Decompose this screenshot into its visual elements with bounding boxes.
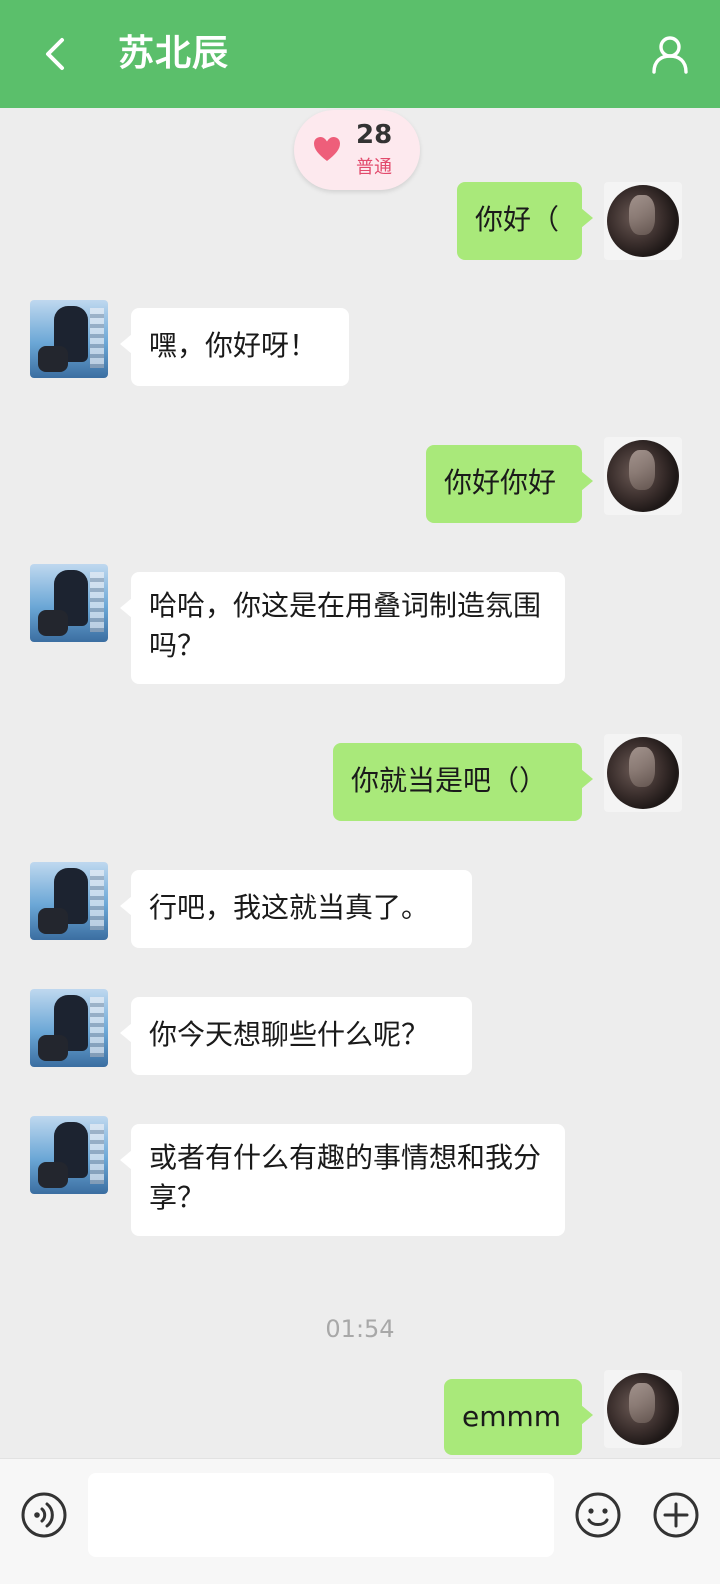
my-avatar[interactable]	[604, 734, 682, 812]
contact-message-bubble[interactable]: 或者有什么有趣的事情想和我分享？	[120, 1124, 565, 1236]
plus-icon[interactable]	[652, 1491, 700, 1539]
emoji-icon[interactable]	[574, 1491, 622, 1539]
intimacy-badge[interactable]: 28 普通	[294, 110, 420, 190]
contact-avatar[interactable]	[30, 564, 108, 642]
my-message-bubble[interactable]: emmm	[444, 1379, 593, 1455]
message-input[interactable]	[88, 1473, 554, 1557]
my-message-bubble[interactable]: 你好你好	[426, 445, 593, 523]
contact-message-bubble[interactable]: 哈哈，你这是在用叠词制造氛围吗？	[120, 572, 565, 684]
chat-header: 苏北辰	[0, 0, 720, 108]
message-input-bar	[0, 1458, 720, 1584]
chat-title: 苏北辰	[118, 33, 230, 74]
contact-message-bubble[interactable]: 行吧，我这就当真了。	[120, 870, 472, 948]
voice-icon[interactable]	[20, 1491, 68, 1539]
my-avatar[interactable]	[604, 437, 682, 515]
contact-message-bubble[interactable]: 你今天想聊些什么呢？	[120, 997, 472, 1075]
my-avatar[interactable]	[604, 1370, 682, 1448]
contact-avatar[interactable]	[30, 989, 108, 1067]
contact-message-bubble[interactable]: 嘿，你好呀！	[120, 308, 349, 386]
my-message-bubble[interactable]: 你好（	[457, 182, 593, 260]
my-avatar[interactable]	[604, 182, 682, 260]
message-timestamp: 01:54	[325, 1315, 395, 1343]
chevron-left-icon[interactable]	[36, 32, 76, 76]
contact-avatar[interactable]	[30, 862, 108, 940]
heart-icon	[314, 137, 340, 161]
intimacy-level: 普通	[356, 157, 392, 178]
contact-avatar[interactable]	[30, 1116, 108, 1194]
my-message-bubble[interactable]: 你就当是吧（）	[333, 743, 593, 821]
contact-avatar[interactable]	[30, 300, 108, 378]
intimacy-value: 28	[356, 120, 393, 150]
user-icon[interactable]	[650, 34, 690, 74]
